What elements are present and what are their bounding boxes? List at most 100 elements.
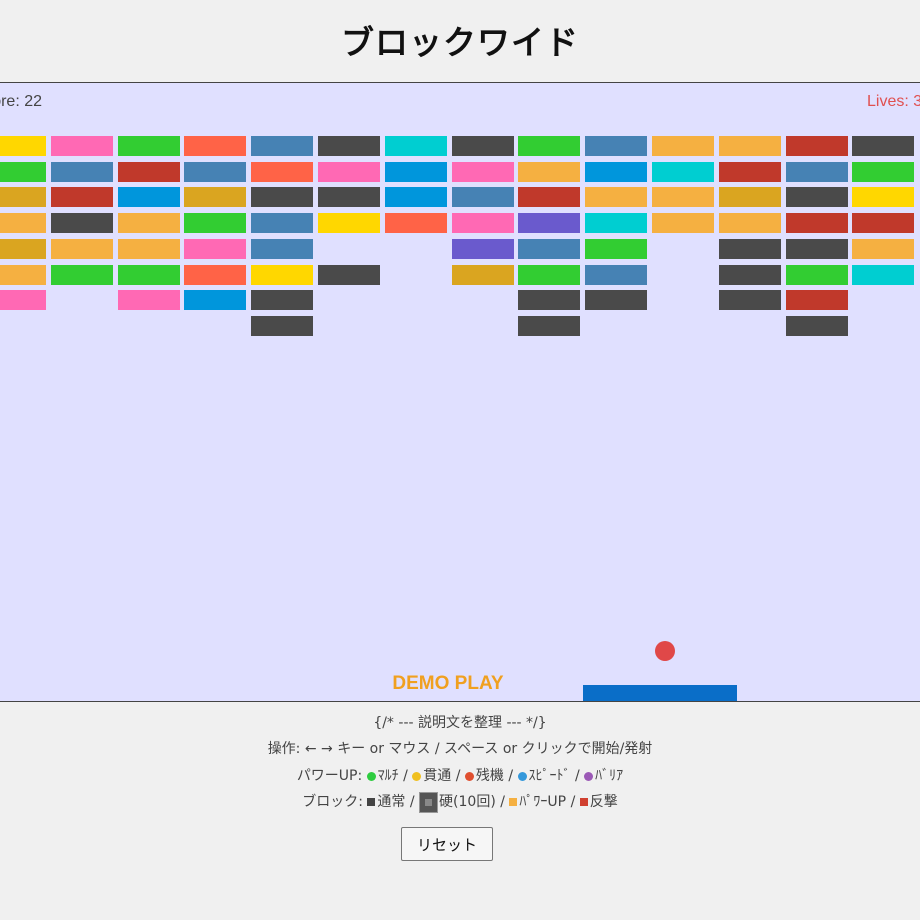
brick xyxy=(585,238,648,259)
brick xyxy=(318,213,380,234)
brick xyxy=(518,238,581,259)
brick xyxy=(0,187,46,208)
brick xyxy=(718,264,781,285)
brick xyxy=(117,213,180,234)
brick xyxy=(117,290,180,311)
powerup-legend-label: パワーUP: xyxy=(296,768,363,784)
powerup-label: ﾊﾞﾘｱ xyxy=(595,768,624,784)
brick xyxy=(50,187,113,208)
brick xyxy=(718,213,781,234)
brick xyxy=(718,187,781,208)
brick xyxy=(585,136,648,156)
powerup-legend: パワーUP: ﾏﾙﾁ / 貫通 / 残機 / ｽﾋﾟｰﾄﾞ / ﾊﾞﾘｱ xyxy=(0,765,920,785)
brick xyxy=(852,161,915,182)
powerup-dot-icon xyxy=(464,771,474,781)
brick xyxy=(50,136,113,156)
brick xyxy=(251,290,314,311)
brick xyxy=(451,136,514,156)
brick xyxy=(0,290,46,311)
powerup-dot-icon xyxy=(366,771,376,781)
brick xyxy=(251,315,314,336)
brick xyxy=(785,161,848,182)
brick xyxy=(451,187,514,208)
lives-display-clip: Lives: 3 xyxy=(863,83,920,123)
brick xyxy=(251,238,314,259)
brick xyxy=(518,290,581,311)
ball xyxy=(655,641,675,661)
block-label: ﾊﾟﾜｰUP xyxy=(519,794,567,810)
brick xyxy=(117,161,180,182)
brick xyxy=(718,290,781,311)
powerup-label: 貫通 xyxy=(423,768,452,784)
brick xyxy=(518,264,581,285)
page-title: ブロックワイド xyxy=(341,23,579,62)
brick xyxy=(251,213,314,234)
demo-play-label: DEMO PLAY xyxy=(392,673,504,694)
brick xyxy=(184,264,247,285)
brick xyxy=(852,136,915,156)
brick xyxy=(652,161,714,182)
block-label: 反撃 xyxy=(589,794,618,810)
brick xyxy=(0,161,46,182)
brick xyxy=(718,238,781,259)
brick xyxy=(852,187,915,208)
block-swatch-icon xyxy=(579,798,588,806)
powerup-dot-icon xyxy=(412,771,422,781)
block-legend: ブロック: 通常 / 硬(10回) / ﾊﾟﾜｰUP / 反撃 xyxy=(0,791,920,813)
brick xyxy=(251,187,314,208)
powerup-label: ﾏﾙﾁ xyxy=(377,768,399,784)
brick xyxy=(251,136,314,156)
brick xyxy=(585,187,648,208)
block-swatch-icon xyxy=(419,791,439,813)
game-canvas[interactable]: Score: 22 Lives: 3 DEMO PLAY xyxy=(0,82,920,702)
brick xyxy=(785,238,848,259)
brick xyxy=(184,136,247,156)
brick xyxy=(384,187,447,208)
powerup-label: ｽﾋﾟｰﾄﾞ xyxy=(528,768,571,784)
brick xyxy=(50,161,113,182)
block-swatch-icon xyxy=(367,798,376,806)
paddle[interactable] xyxy=(583,685,737,701)
brick xyxy=(518,315,581,336)
brick xyxy=(518,213,581,234)
brick xyxy=(652,136,714,156)
brick xyxy=(852,264,915,285)
brick xyxy=(117,136,180,156)
brick xyxy=(451,238,514,259)
controls-description: 操作: ← → キー or マウス / スペース or クリックで開始/発射 xyxy=(267,741,653,757)
brick xyxy=(718,136,781,156)
brick xyxy=(652,213,714,234)
brick xyxy=(0,238,46,259)
brick xyxy=(384,213,447,234)
brick xyxy=(117,187,180,208)
brick xyxy=(652,187,714,208)
brick xyxy=(585,264,648,285)
block-label: 硬(10回) xyxy=(439,794,496,810)
brick xyxy=(184,290,247,311)
brick xyxy=(50,213,113,234)
block-legend-label: ブロック: xyxy=(302,794,363,810)
brick xyxy=(785,315,848,336)
brick xyxy=(251,161,314,182)
brick xyxy=(451,213,514,234)
brick xyxy=(785,213,848,234)
brick xyxy=(384,161,447,182)
brick xyxy=(585,290,648,311)
powerup-label: 残機 xyxy=(475,768,504,784)
powerup-list: ﾏﾙﾁ / 貫通 / 残機 / ｽﾋﾟｰﾄﾞ / ﾊﾞﾘｱ xyxy=(366,768,624,784)
powerup-dot-icon xyxy=(517,771,527,781)
brick xyxy=(117,264,180,285)
brick xyxy=(184,213,247,234)
reset-button[interactable]: リセット xyxy=(401,827,493,861)
lives-display: Lives: 3 xyxy=(867,93,920,110)
brick xyxy=(451,264,514,285)
block-list: 通常 / 硬(10回) / ﾊﾟﾜｰUP / 反撃 xyxy=(367,791,618,813)
brick xyxy=(852,238,915,259)
brick xyxy=(518,161,581,182)
brick xyxy=(318,187,380,208)
brick xyxy=(318,264,380,285)
brick xyxy=(785,290,848,311)
brick xyxy=(785,136,848,156)
brick xyxy=(318,161,380,182)
block-swatch-icon xyxy=(509,798,518,806)
